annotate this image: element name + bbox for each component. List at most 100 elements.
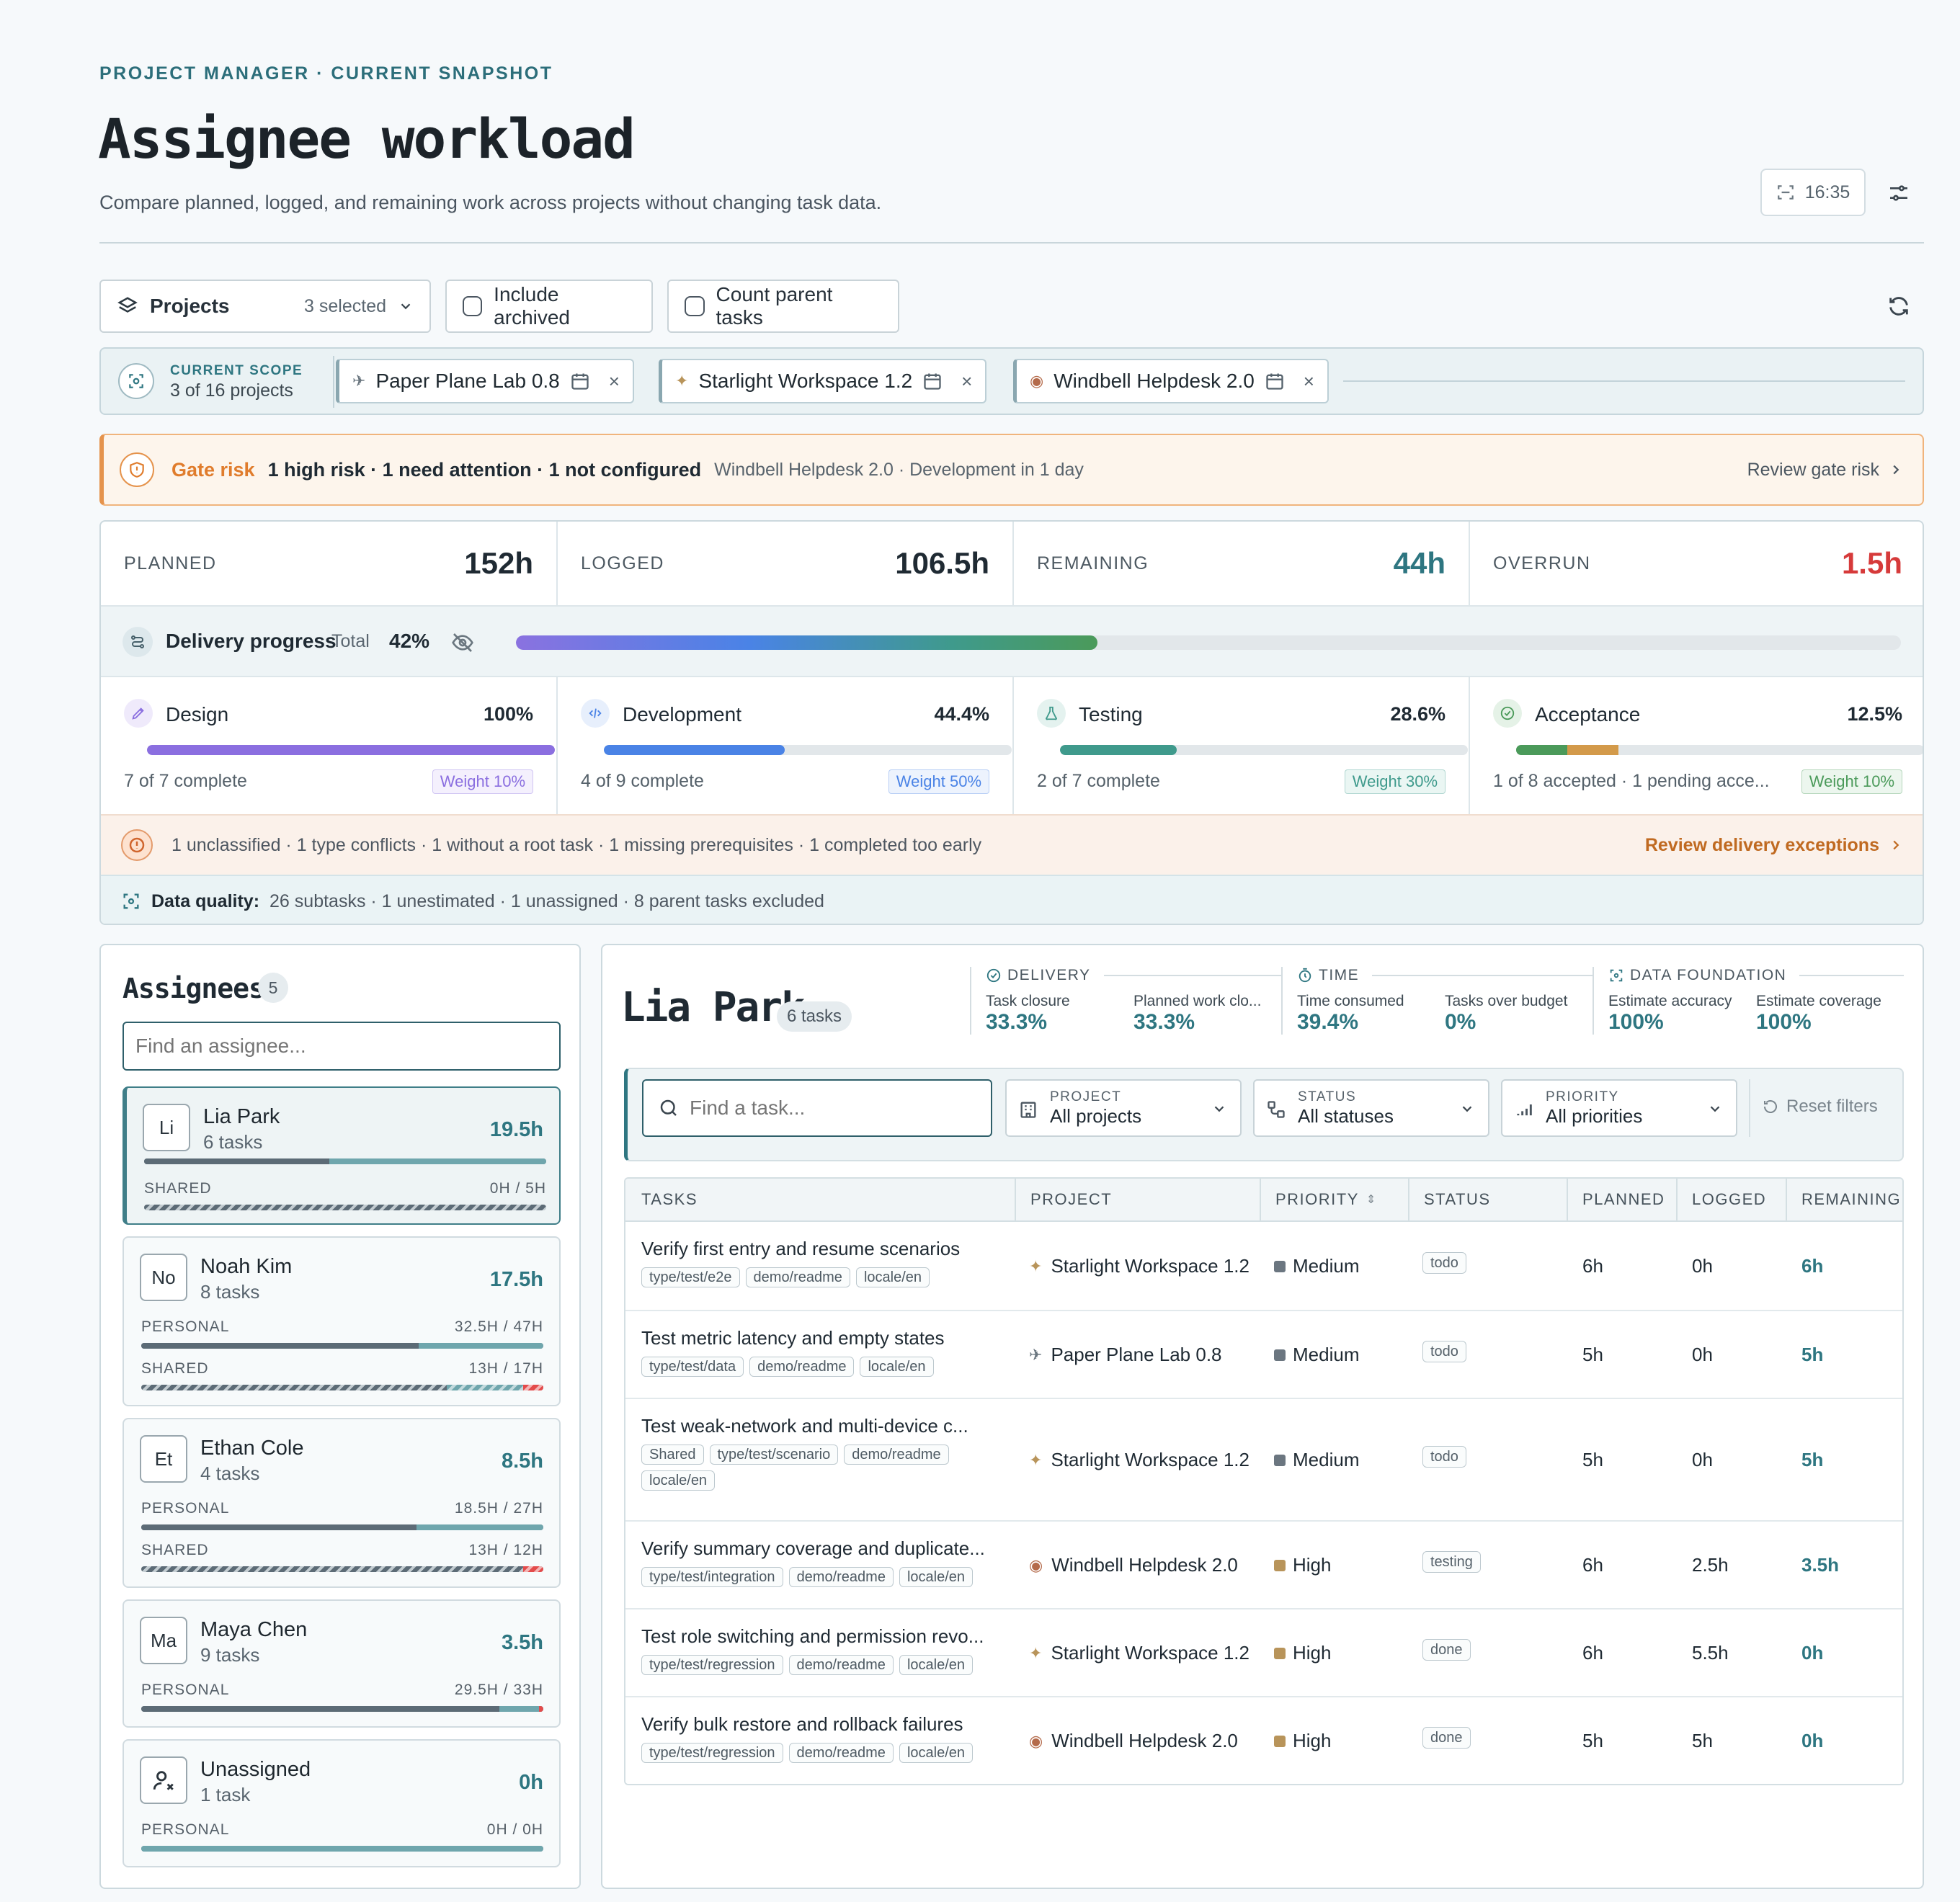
- snapshot-time-button[interactable]: 16:35: [1760, 169, 1866, 216]
- assignee-search-input[interactable]: [122, 1022, 561, 1071]
- status-cell: testing: [1422, 1551, 1481, 1573]
- calendar-icon[interactable]: [922, 371, 943, 391]
- task-title[interactable]: Test role switching and permission revo.…: [641, 1625, 1002, 1648]
- planned-value: 5h: [1582, 1730, 1603, 1751]
- avatar: Et: [140, 1435, 187, 1483]
- task-title[interactable]: Verify summary coverage and duplicate...: [641, 1537, 1002, 1560]
- table-row[interactable]: Verify first entry and resume scenarios …: [625, 1222, 1902, 1311]
- status-badge: testing: [1422, 1551, 1481, 1573]
- calendar-icon[interactable]: [570, 371, 590, 391]
- column-project[interactable]: PROJECT: [1015, 1179, 1112, 1221]
- avatar: No: [140, 1254, 187, 1301]
- phase-percent: 44.4%: [934, 703, 989, 725]
- star-icon: ✦: [1029, 1256, 1043, 1275]
- scope-chip-windbell[interactable]: ◉ Windbell Helpdesk 2.0 ×: [1013, 359, 1329, 403]
- workload-label: SHARED: [141, 1542, 209, 1558]
- kpi-head: DATA FOUNDATION: [1608, 967, 1904, 984]
- priority-value: High: [1293, 1554, 1332, 1576]
- scope-chip-starlight[interactable]: ✦ Starlight Workspace 1.2 ×: [659, 359, 987, 403]
- column-priority[interactable]: PRIORITY ⇕: [1260, 1179, 1377, 1221]
- column-tasks[interactable]: TASKS: [641, 1190, 698, 1209]
- logged-value: 0h: [1692, 1344, 1713, 1365]
- table-row[interactable]: Test role switching and permission revo.…: [625, 1609, 1902, 1697]
- priority-cell: High: [1274, 1642, 1331, 1664]
- assignee-card[interactable]: Li Lia Park 6 tasks 19.5h SHARED 0H / 5H: [122, 1086, 561, 1225]
- workload-label: PERSONAL: [141, 1500, 230, 1517]
- compass-icon: ◉: [1029, 1555, 1043, 1574]
- task-tags: Shared type/test/scenario demo/readme local…: [641, 1445, 1002, 1496]
- include-archived-checkbox[interactable]: Include archived: [445, 280, 653, 333]
- refresh-button[interactable]: [1881, 288, 1917, 324]
- review-exceptions-link[interactable]: Review delivery exceptions: [1645, 835, 1879, 856]
- task-title[interactable]: Test weak-network and multi-device c...: [641, 1415, 1002, 1437]
- status-cell: todo: [1422, 1341, 1466, 1362]
- timer-icon: [1298, 968, 1311, 983]
- assignee-task-count: 1 task: [200, 1784, 251, 1805]
- column-planned[interactable]: PLANNED: [1567, 1179, 1665, 1221]
- assignee-card[interactable]: No Noah Kim 8 tasks 17.5h PERSONAL 32.5H …: [122, 1236, 561, 1406]
- assignee-card[interactable]: Unassigned 1 task 0h PERSONAL 0H / 0H: [122, 1739, 561, 1867]
- column-status[interactable]: STATUS: [1408, 1179, 1491, 1221]
- filter-value: All priorities: [1546, 1105, 1643, 1127]
- phase-development: Development 44.4% 4 of 9 complete Weight…: [558, 677, 1014, 814]
- close-icon[interactable]: ×: [961, 370, 972, 393]
- planned-value: 6h: [1582, 1554, 1603, 1576]
- project-name: Starlight Workspace 1.2: [1051, 1642, 1250, 1664]
- task-title[interactable]: Verify first entry and resume scenarios: [641, 1238, 1002, 1260]
- phase-detail: 7 of 7 complete: [124, 771, 247, 791]
- capture-icon: [1777, 185, 1794, 200]
- star-icon: ✦: [1029, 1450, 1043, 1469]
- count-parent-checkbox[interactable]: Count parent tasks: [667, 280, 899, 333]
- assignee-card[interactable]: Et Ethan Cole 4 tasks 8.5h PERSONAL 18.5H…: [122, 1418, 561, 1588]
- task-title[interactable]: Verify bulk restore and rollback failure…: [641, 1713, 1002, 1736]
- sliders-icon: [1890, 185, 1907, 201]
- task-search-input[interactable]: [690, 1097, 978, 1120]
- phase-design: Design 100% 7 of 7 complete Weight 10%: [101, 677, 558, 814]
- search-icon: [660, 1099, 677, 1116]
- remaining-value: 0h: [1801, 1642, 1824, 1664]
- delivery-exceptions-row[interactable]: 1 unclassified · 1 type conflicts · 1 wi…: [101, 814, 1923, 875]
- settings-button[interactable]: [1881, 176, 1917, 210]
- assignee-card[interactable]: Ma Maya Chen 9 tasks 3.5h PERSONAL 29.5H …: [122, 1599, 561, 1728]
- filter-label: PROJECT: [1050, 1089, 1122, 1104]
- column-remaining[interactable]: REMAINING: [1786, 1179, 1901, 1221]
- review-gate-risk-link[interactable]: Review gate risk: [1747, 460, 1879, 481]
- eye-off-icon[interactable]: [451, 631, 474, 654]
- filter-separator: [1749, 1079, 1750, 1137]
- logged-value: 5.5h: [1692, 1642, 1729, 1664]
- alert-icon: [121, 829, 153, 861]
- priority-cell: High: [1274, 1730, 1331, 1752]
- avatar-initials: No: [151, 1266, 176, 1288]
- assignee-task-count: 6 tasks: [203, 1131, 263, 1153]
- phase-weight: Weight 10%: [1801, 769, 1902, 794]
- scope-separator: [333, 356, 334, 408]
- snapshot-time: 16:35: [1804, 182, 1850, 202]
- task-title[interactable]: Test metric latency and empty states: [641, 1327, 1002, 1349]
- column-logged[interactable]: LOGGED: [1676, 1179, 1766, 1221]
- close-icon[interactable]: ×: [609, 370, 620, 393]
- workload-label: SHARED: [141, 1360, 209, 1377]
- workload-value: 0H / 0H: [486, 1821, 543, 1838]
- table-row[interactable]: Verify bulk restore and rollback failure…: [625, 1697, 1902, 1784]
- phase-percent: 28.6%: [1390, 703, 1446, 725]
- reset-filters-button[interactable]: Reset filters: [1762, 1097, 1878, 1117]
- gate-risk-banner[interactable]: Gate risk 1 high risk · 1 need attention…: [99, 434, 1924, 506]
- avatar: Ma: [140, 1617, 187, 1664]
- phase-detail: 1 of 8 accepted · 1 pending acce...: [1493, 771, 1770, 791]
- user-x-icon: [153, 1771, 174, 1790]
- table-row[interactable]: Test metric latency and empty states typ…: [625, 1311, 1902, 1399]
- project-filter-select[interactable]: PROJECT All projects: [1005, 1079, 1242, 1137]
- task-search-box[interactable]: [642, 1079, 992, 1137]
- priority-dot: [1274, 1349, 1286, 1361]
- table-row[interactable]: Test weak-network and multi-device c... …: [625, 1399, 1902, 1522]
- projects-dropdown[interactable]: Projects 3 selected: [99, 280, 431, 333]
- workload-bar: [141, 1524, 543, 1530]
- priority-filter-select[interactable]: PRIORITY All priorities: [1501, 1079, 1737, 1137]
- scope-chip-paper-plane[interactable]: ✈ Paper Plane Lab 0.8 ×: [336, 359, 634, 403]
- table-row[interactable]: Verify summary coverage and duplicate...…: [625, 1522, 1902, 1609]
- close-icon[interactable]: ×: [1304, 370, 1314, 393]
- calendar-icon[interactable]: [1265, 371, 1285, 391]
- checkbox-box: [463, 296, 483, 316]
- kpi-value: 100%: [1608, 1010, 1664, 1034]
- status-filter-select[interactable]: STATUS All statuses: [1253, 1079, 1489, 1137]
